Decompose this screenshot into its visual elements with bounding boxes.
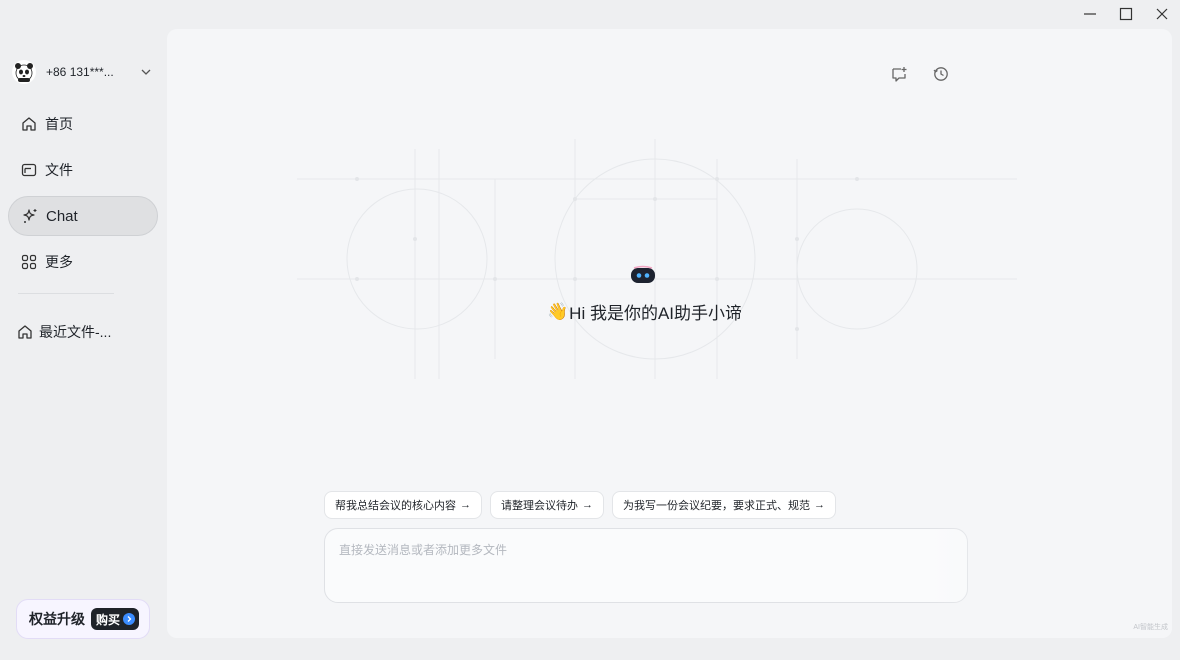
sidebar-item-label: 首页 — [45, 116, 73, 132]
sidebar: +86 131***... 首页 文件 Chat 更多 最近文件-... 权益升… — [0, 0, 166, 660]
buy-badge[interactable]: 购买 — [91, 608, 140, 630]
ai-watermark: AI智能生成 — [1133, 624, 1168, 631]
recent-files-item[interactable]: 最近文件-... — [16, 320, 111, 344]
suggestion-text: 请整理会议待办 — [501, 500, 578, 512]
maximize-icon — [1119, 7, 1133, 21]
home-icon — [22, 117, 36, 131]
chat-toolbar — [890, 65, 950, 83]
arrow-right-icon: → — [814, 499, 825, 511]
account-name: +86 131***... — [46, 65, 114, 79]
sidebar-item-files[interactable]: 文件 — [8, 150, 158, 190]
suggestion-chip[interactable]: 帮我总结会议的核心内容 → — [324, 491, 482, 519]
minimize-button[interactable] — [1072, 0, 1108, 28]
suggestion-chip[interactable]: 请整理会议待办 → — [490, 491, 604, 519]
account-switcher[interactable]: +86 131***... — [12, 58, 156, 86]
suggestion-chip[interactable]: 为我写一份会议纪要，要求正式、规范 → — [612, 491, 836, 519]
suggestion-text: 为我写一份会议纪要，要求正式、规范 — [623, 500, 810, 512]
sparkle-icon — [23, 209, 37, 223]
sidebar-item-label: 更多 — [45, 254, 73, 270]
message-input[interactable] — [339, 541, 953, 590]
arrow-right-icon: → — [582, 499, 593, 511]
panda-avatar-icon — [15, 63, 33, 82]
sidebar-divider — [18, 293, 114, 294]
sidebar-item-home[interactable]: 首页 — [8, 104, 158, 144]
upgrade-label: 权益升级 — [29, 611, 85, 627]
greeting-text: Hi 我是你的AI助手小谛 — [569, 304, 743, 323]
new-chat-icon[interactable] — [890, 65, 908, 83]
fade-overlay — [927, 519, 1172, 638]
wave-emoji: 👋 — [547, 301, 569, 321]
chevron-down-icon — [141, 69, 151, 75]
window-controls — [1072, 0, 1180, 28]
buy-label: 购买 — [96, 612, 121, 627]
history-icon[interactable] — [932, 65, 950, 83]
sidebar-item-chat[interactable]: Chat — [8, 196, 158, 236]
maximize-button[interactable] — [1108, 0, 1144, 28]
sidebar-item-label: Chat — [46, 207, 78, 225]
sidebar-item-label: 文件 — [45, 162, 73, 178]
suggestion-text: 帮我总结会议的核心内容 — [335, 500, 456, 512]
folder-icon — [21, 163, 37, 177]
background-pattern — [297, 139, 1017, 379]
grid-icon — [21, 254, 37, 270]
close-button[interactable] — [1144, 0, 1180, 28]
chat-panel: 👋 Hi 我是你的AI助手小谛 帮我总结会议的核心内容 → 请整理会议待办 → … — [167, 29, 1172, 638]
upgrade-button[interactable]: 权益升级 购买 — [16, 599, 150, 639]
recent-files-label: 最近文件-... — [39, 324, 112, 340]
greeting: 👋 Hi 我是你的AI助手小谛 — [547, 299, 742, 324]
arrow-right-icon — [123, 613, 136, 625]
home-icon — [18, 325, 32, 339]
message-input-box[interactable] — [324, 528, 968, 603]
robot-mascot-icon — [631, 265, 655, 283]
close-icon — [1156, 8, 1168, 20]
minimize-icon — [1084, 13, 1096, 15]
arrow-right-icon: → — [460, 499, 471, 511]
avatar — [12, 60, 36, 84]
sidebar-item-more[interactable]: 更多 — [8, 242, 158, 282]
suggestion-chips: 帮我总结会议的核心内容 → 请整理会议待办 → 为我写一份会议纪要，要求正式、规… — [324, 491, 836, 519]
nav-list: 首页 文件 Chat 更多 — [8, 104, 158, 288]
